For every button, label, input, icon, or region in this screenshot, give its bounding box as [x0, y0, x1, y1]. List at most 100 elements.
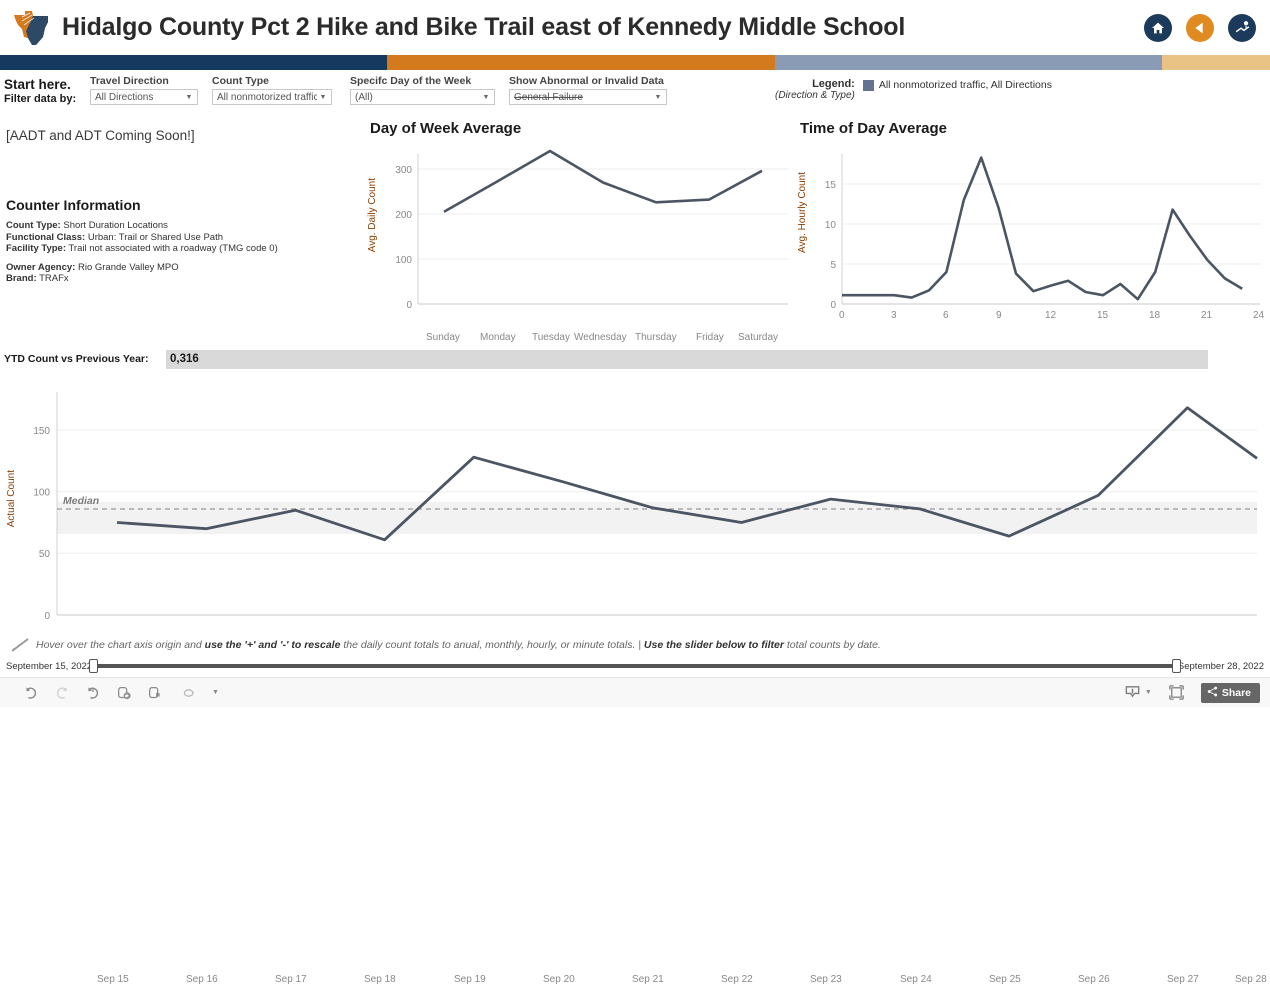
chart-title-day-of-week: Day of Week Average	[370, 120, 522, 137]
counter-val-brand: TRAFx	[36, 273, 69, 284]
legend-subtitle: (Direction & Type)	[775, 90, 855, 101]
counter-row-facility-type: Facility Type: Trail not associated with…	[6, 243, 356, 255]
share-button[interactable]: Share	[1200, 682, 1260, 703]
count-type-value: All nonmotorized traffic	[217, 91, 317, 103]
hint-bold-1: use the '+' and '-' to rescale	[204, 639, 341, 651]
counter-key-count-type: Count Type:	[6, 220, 61, 231]
refresh-icon[interactable]	[115, 684, 132, 701]
home-icon[interactable]	[1144, 13, 1172, 42]
x-tick-friday: Friday	[696, 332, 724, 343]
counter-val-facility-type: Trail not associated with a roadway (TMG…	[66, 243, 278, 254]
x-tick-wednesday: Wednesday	[574, 332, 627, 343]
aadt-coming-soon-note: [AADT and ADT Coming Soon!]	[6, 128, 195, 143]
svg-text:0: 0	[830, 300, 836, 311]
share-button-label: Share	[1221, 686, 1251, 699]
svg-text:5: 5	[830, 260, 836, 271]
texas-state-icon	[8, 7, 56, 49]
svg-text:0: 0	[44, 611, 50, 622]
x-tick-hour-21: 21	[1201, 310, 1213, 321]
app-header: Hidalgo County Pct 2 Hike and Bike Trail…	[0, 0, 1270, 55]
chevron-down-icon: ▼	[185, 93, 193, 101]
strip-band-2	[387, 55, 775, 70]
slider-track[interactable]	[89, 659, 1181, 673]
view-original-icon[interactable]	[181, 684, 198, 701]
chevron-down-icon: ▼	[482, 93, 490, 101]
download-icon[interactable]	[1124, 684, 1141, 701]
filter-bar: Start here. Filter data by: Travel Direc…	[0, 70, 1270, 116]
ytd-progress-bar[interactable]	[166, 350, 1208, 369]
x-tick-sep-24: Sep 24	[900, 974, 932, 985]
hint-bold-2: Use the slider below to filter	[643, 639, 784, 651]
toolbar-right-group: ▼ Share	[1124, 682, 1260, 703]
day-of-week-value: (All)	[355, 91, 373, 103]
chevron-down-icon-download[interactable]: ▼	[1145, 689, 1152, 696]
date-range-slider[interactable]: September 15, 2022 September 28, 2022	[0, 655, 1270, 677]
counter-key-facility-type: Facility Type:	[6, 243, 67, 254]
counter-row-functional-class: Functional Class: Urban: Trail or Shared…	[6, 232, 356, 244]
day-of-week-select[interactable]: (All) ▼	[350, 89, 495, 105]
x-tick-sep-28: Sep 28	[1235, 974, 1267, 985]
x-tick-hour-12: 12	[1045, 310, 1057, 321]
count-type-select[interactable]: All nonmotorized traffic ▼	[212, 89, 332, 105]
slider-handle-end[interactable]	[1171, 659, 1181, 673]
x-tick-hour-24: 24	[1253, 310, 1265, 321]
legend: Legend: (Direction & Type) All nonmotori…	[775, 78, 1052, 102]
x-tick-sep-19: Sep 19	[454, 974, 486, 985]
ytd-value: 0,316	[170, 353, 199, 365]
x-tick-thursday: Thursday	[635, 332, 677, 343]
counter-row-owner-agency: Owner Agency: Rio Grande Valley MPO	[6, 262, 356, 274]
page-title: Hidalgo County Pct 2 Hike and Bike Trail…	[62, 13, 906, 41]
chevron-down-icon[interactable]: ▼	[212, 689, 219, 696]
start-here-block: Start here. Filter data by:	[4, 75, 90, 106]
revert-icon[interactable]	[84, 684, 101, 701]
toolbar-left-group: ▼	[22, 684, 219, 701]
pause-icon[interactable]	[146, 684, 163, 701]
filter-label-abnormal-data: Show Abnormal or Invalid Data	[509, 75, 664, 87]
filter-data-by-label: Filter data by:	[4, 93, 77, 105]
travel-direction-value: All Directions	[95, 91, 154, 103]
filter-count-type: Count Type All nonmotorized traffic ▼	[212, 75, 332, 105]
ytd-count-row: YTD Count vs Previous Year: 0,316	[0, 350, 1270, 370]
slider-end-date: September 28, 2022	[1177, 660, 1264, 672]
counter-row-brand: Brand: TRAFx	[6, 273, 356, 285]
hint-row: Hover over the chart axis origin and use…	[0, 635, 1270, 655]
chart-daily-actual-count[interactable]: Actual Count 0 50 100 150 Median Sep 15 …	[0, 370, 1270, 985]
counter-spacer	[6, 255, 356, 262]
x-tick-sunday: Sunday	[426, 332, 460, 343]
x-tick-monday: Monday	[480, 332, 516, 343]
hint-text: Hover over the chart axis origin and use…	[36, 639, 881, 651]
counter-val-owner-agency: Rio Grande Valley MPO	[75, 261, 179, 273]
undo-icon[interactable]	[22, 684, 39, 701]
legend-item-label: All nonmotorized traffic, All Directions	[878, 79, 1052, 91]
chevron-down-icon: ▼	[319, 93, 327, 101]
chart-day-of-week[interactable]: Day of Week Average Avg. Daily Count 0 1…	[367, 120, 790, 343]
filter-label-count-type: Count Type	[212, 75, 269, 87]
x-tick-sep-21: Sep 21	[632, 974, 664, 985]
x-tick-hour-9: 9	[996, 310, 1002, 321]
svg-text:200: 200	[395, 210, 412, 221]
counter-key-functional-class: Functional Class:	[6, 231, 86, 243]
legend-color-swatch	[862, 79, 874, 91]
legend-labels: Legend: (Direction & Type)	[775, 78, 855, 102]
x-tick-hour-0: 0	[839, 310, 845, 321]
hint-part-2: the daily count totals to anual, monthly…	[340, 639, 644, 651]
x-tick-hour-3: 3	[891, 310, 897, 321]
redo-icon[interactable]	[53, 684, 70, 701]
chart-time-of-day[interactable]: Time of Day Average Avg. Hourly Count 0 …	[797, 120, 1265, 330]
fullscreen-icon[interactable]	[1168, 684, 1185, 701]
filter-travel-direction: Travel Direction All Directions ▼	[90, 75, 198, 105]
counter-val-count-type: Short Duration Locations	[60, 220, 168, 231]
travel-direction-select[interactable]: All Directions ▼	[90, 89, 198, 105]
map-pin-icon[interactable]	[1228, 13, 1256, 42]
abnormal-data-select[interactable]: General Failure ▼	[509, 89, 667, 105]
x-tick-sep-26: Sep 26	[1078, 974, 1110, 985]
slider-handle-start[interactable]	[89, 659, 99, 673]
counter-key-brand: Brand:	[6, 273, 37, 284]
brand-color-strip	[0, 55, 1270, 70]
back-arrow-icon[interactable]	[1186, 13, 1214, 42]
legend-item[interactable]: All nonmotorized traffic, All Directions	[862, 78, 1052, 91]
x-tick-sep-20: Sep 20	[543, 974, 575, 985]
legend-title: Legend:	[812, 78, 855, 90]
bottom-toolbar: ▼ ▼ Share	[0, 677, 1270, 707]
filter-label-travel-direction: Travel Direction	[90, 75, 169, 87]
